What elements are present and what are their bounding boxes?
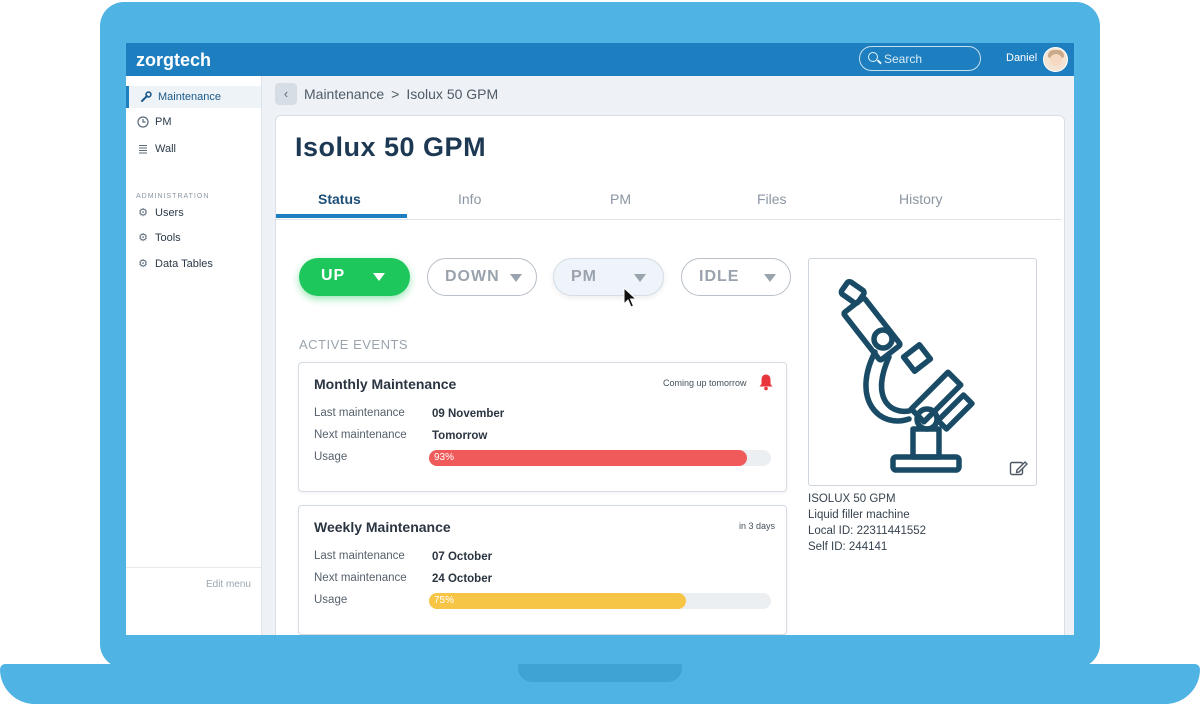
- usage-bar-fill: [429, 450, 748, 466]
- sidebar-item-label: Users: [155, 207, 184, 219]
- sidebar-item-maintenance[interactable]: Maintenance: [126, 86, 261, 108]
- sidebar-item-label: Tools: [155, 232, 181, 244]
- tab-pm[interactable]: PM: [610, 191, 631, 207]
- search-input[interactable]: Search: [859, 46, 981, 71]
- next-maintenance-value: 24 October: [432, 573, 493, 585]
- wrench-icon: [140, 91, 152, 103]
- caret-down-icon: [510, 274, 522, 282]
- app-screen: zorgtech Search Daniel Maintenance PM Wa…: [126, 43, 1074, 635]
- usage-bar: 75%: [429, 593, 771, 609]
- sidebar-item-tools[interactable]: ⚙ Tools: [126, 227, 261, 249]
- status-pm-button[interactable]: PM: [553, 258, 664, 296]
- caret-down-icon: [634, 274, 646, 282]
- asset-card: Isolux 50 GPM Status Info PM Files Histo…: [275, 115, 1065, 635]
- list-icon: [137, 143, 149, 155]
- usage-label: Usage: [314, 451, 348, 463]
- usage-percent: 93%: [434, 452, 455, 463]
- event-due-text: Coming up tomorrow: [663, 378, 747, 388]
- sidebar-item-label: Maintenance: [158, 91, 221, 103]
- app-logo[interactable]: zorgtech: [136, 50, 211, 71]
- event-title: Monthly Maintenance: [314, 376, 457, 392]
- bell-alert-icon[interactable]: [757, 373, 775, 391]
- edit-menu-label: Edit menu: [205, 579, 251, 590]
- machine-type: Liquid filler machine: [808, 509, 910, 521]
- search-placeholder: Search: [884, 52, 923, 66]
- user-name[interactable]: Daniel: [1006, 52, 1037, 64]
- status-button-label: IDLE: [699, 268, 740, 285]
- machine-name: ISOLUX 50 GPM: [808, 493, 896, 505]
- status-down-button[interactable]: DOWN: [427, 258, 537, 296]
- top-bar: zorgtech Search Daniel: [126, 43, 1074, 76]
- usage-bar-fill: [429, 593, 686, 609]
- usage-bar: 93%: [429, 450, 771, 466]
- machine-self-id: Self ID: 244141: [808, 541, 888, 553]
- chevron-left-icon: ‹: [283, 86, 289, 101]
- sidebar-item-label: PM: [155, 116, 172, 128]
- status-button-label: DOWN: [445, 268, 500, 285]
- search-icon: [868, 52, 878, 62]
- active-events-title: ACTIVE EVENTS: [299, 337, 409, 352]
- caret-down-icon: [764, 274, 776, 282]
- sidebar-item-label: Data Tables: [155, 258, 213, 270]
- avatar[interactable]: [1043, 47, 1068, 72]
- sidebar-item-label: Wall: [155, 143, 176, 155]
- sidebar-item-data-tables[interactable]: ⚙ Data Tables: [126, 253, 261, 275]
- edit-icon[interactable]: [1009, 459, 1029, 477]
- event-card-weekly[interactable]: Weekly Maintenance in 3 days Last mainte…: [298, 505, 787, 635]
- last-maintenance-value: 07 October: [432, 551, 493, 563]
- breadcrumb-parent[interactable]: Maintenance: [304, 86, 384, 102]
- next-maintenance-label: Next maintenance: [314, 572, 407, 584]
- last-maintenance-label: Last maintenance: [314, 407, 405, 419]
- caret-down-icon: [373, 273, 385, 281]
- event-title: Weekly Maintenance: [314, 519, 451, 535]
- machine-info: ISOLUX 50 GPM Liquid filler machine Loca…: [808, 491, 926, 555]
- status-idle-button[interactable]: IDLE: [681, 258, 791, 296]
- event-due-text: in 3 days: [739, 521, 776, 531]
- sidebar-item-users[interactable]: ⚙ Users: [126, 202, 261, 224]
- clock-icon: [137, 116, 149, 128]
- microscope-icon: [838, 278, 975, 473]
- breadcrumb-current: Isolux 50 GPM: [406, 86, 499, 102]
- page-title: Isolux 50 GPM: [295, 132, 487, 162]
- sidebar-item-pm[interactable]: PM: [126, 111, 261, 133]
- status-button-label: PM: [571, 268, 597, 285]
- next-maintenance-value: Tomorrow: [432, 430, 488, 442]
- tab-bar: Status Info PM Files History: [276, 185, 1062, 220]
- gear-icon: ⚙: [138, 258, 148, 270]
- tab-info[interactable]: Info: [458, 191, 481, 207]
- main-content: ‹ Maintenance > Isolux 50 GPM Isolux 50 GP…: [262, 76, 1074, 635]
- gear-icon: ⚙: [138, 232, 148, 244]
- back-button[interactable]: ‹: [275, 83, 297, 105]
- sidebar-section-title: ADMINISTRATION: [136, 193, 210, 200]
- machine-local-id: Local ID: 22311441552: [808, 525, 927, 537]
- laptop-notch: [518, 664, 682, 682]
- next-maintenance-label: Next maintenance: [314, 429, 407, 441]
- sidebar: Maintenance PM Wall ADMINISTRATION ⚙ Use…: [126, 76, 262, 635]
- sidebar-item-wall[interactable]: Wall: [126, 138, 261, 160]
- tab-history[interactable]: History: [899, 191, 943, 207]
- tab-files[interactable]: Files: [757, 191, 787, 207]
- usage-percent: 75%: [434, 595, 455, 606]
- active-tab-indicator: [276, 214, 407, 218]
- mouse-cursor-icon: [623, 287, 637, 308]
- event-card-monthly[interactable]: Monthly Maintenance Coming up tomorrow L…: [298, 362, 787, 492]
- breadcrumb: Maintenance > Isolux 50 GPM: [304, 86, 498, 102]
- status-button-label: UP: [321, 267, 346, 284]
- machine-image: [808, 258, 1037, 486]
- edit-menu-link[interactable]: Edit menu: [126, 567, 261, 590]
- last-maintenance-label: Last maintenance: [314, 550, 405, 562]
- tab-status[interactable]: Status: [318, 191, 361, 207]
- last-maintenance-value: 09 November: [432, 408, 505, 420]
- breadcrumb-separator: >: [391, 86, 400, 102]
- gear-icon: ⚙: [138, 207, 148, 219]
- status-up-button[interactable]: UP: [299, 258, 410, 296]
- usage-label: Usage: [314, 594, 348, 606]
